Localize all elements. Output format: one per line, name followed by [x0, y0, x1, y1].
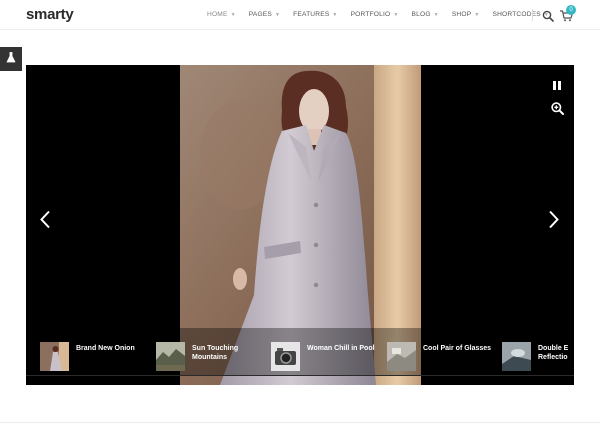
- thumbnail-title: Sun Touching Mountains: [192, 345, 239, 361]
- thumbnail-item[interactable]: Cool Pair of Glasses: [387, 342, 491, 372]
- chevron-down-icon: ▼: [274, 11, 281, 18]
- thumbnail-image: [387, 342, 416, 371]
- thumbnail-item[interactable]: Woman Chill in Pool: [271, 342, 375, 372]
- pause-icon[interactable]: [552, 78, 562, 90]
- thumbnail-item[interactable]: Sun Touching Mountains: [156, 342, 238, 372]
- nav-divider: [532, 9, 533, 21]
- thumbnail-title: Brand New Onion: [76, 345, 135, 352]
- search-icon[interactable]: [542, 9, 554, 22]
- nav-item-label: FEATURES: [293, 11, 330, 18]
- thumbnail-image: [502, 342, 531, 371]
- nav-item-blog[interactable]: BLOG ▼: [412, 11, 439, 18]
- thumbnail-strip-divider: [26, 375, 574, 376]
- site-logo[interactable]: smarty: [26, 6, 74, 23]
- thumbnail-image: [40, 342, 69, 371]
- chevron-right-icon[interactable]: [548, 210, 560, 229]
- nav-item-shortcodes[interactable]: SHORTCODES ▼: [492, 11, 549, 18]
- side-tool-button[interactable]: [0, 47, 22, 71]
- nav-item-home[interactable]: HOME ▼: [207, 11, 236, 18]
- thumbnail-title: Cool Pair of Glasses: [423, 345, 492, 352]
- thumbnail-strip: Brand New Onion Sun Touching Mountains W…: [26, 328, 574, 385]
- thumbnail-title: Woman Chill in Pool: [307, 345, 375, 352]
- zoom-in-icon[interactable]: [551, 102, 564, 115]
- nav-item-pages[interactable]: PAGES ▼: [249, 11, 280, 18]
- thumbnail-image: [156, 342, 185, 371]
- flask-icon: [6, 50, 16, 68]
- page-divider: [0, 422, 600, 423]
- chevron-down-icon: ▼: [332, 11, 338, 18]
- thumbnail-image: [271, 342, 300, 371]
- nav-item-label: PAGES: [248, 11, 272, 18]
- main-nav: HOME ▼ PAGES ▼ FEATURES ▼ PORTFOLIO ▼ BL…: [207, 0, 562, 29]
- chevron-down-icon: ▼: [393, 11, 399, 18]
- thumbnail-item[interactable]: Double E Reflectio: [502, 342, 568, 372]
- nav-item-features[interactable]: FEATURES ▼: [293, 11, 337, 18]
- nav-item-label: PORTFOLIO: [350, 11, 391, 18]
- thumbnail-item[interactable]: Brand New Onion: [40, 342, 135, 372]
- nav-item-portfolio[interactable]: PORTFOLIO ▼: [351, 11, 399, 18]
- nav-item-label: BLOG: [411, 11, 431, 18]
- chevron-down-icon: ▼: [433, 11, 439, 18]
- cart-count-badge: 0: [566, 5, 576, 15]
- nav-item-label: SHORTCODES: [492, 11, 541, 18]
- image-slider: Brand New Onion Sun Touching Mountains W…: [26, 65, 574, 385]
- nav-item-label: HOME: [207, 11, 228, 18]
- nav-item-shop[interactable]: SHOP ▼: [452, 11, 480, 18]
- chevron-down-icon: ▼: [230, 11, 236, 18]
- chevron-down-icon: ▼: [474, 11, 480, 18]
- thumbnail-title: Double E Reflectio: [538, 345, 569, 361]
- chevron-left-icon[interactable]: [39, 210, 51, 229]
- nav-item-label: SHOP: [451, 11, 472, 18]
- site-header: smarty HOME ▼ PAGES ▼ FEATURES ▼ PORTFOL…: [0, 0, 600, 30]
